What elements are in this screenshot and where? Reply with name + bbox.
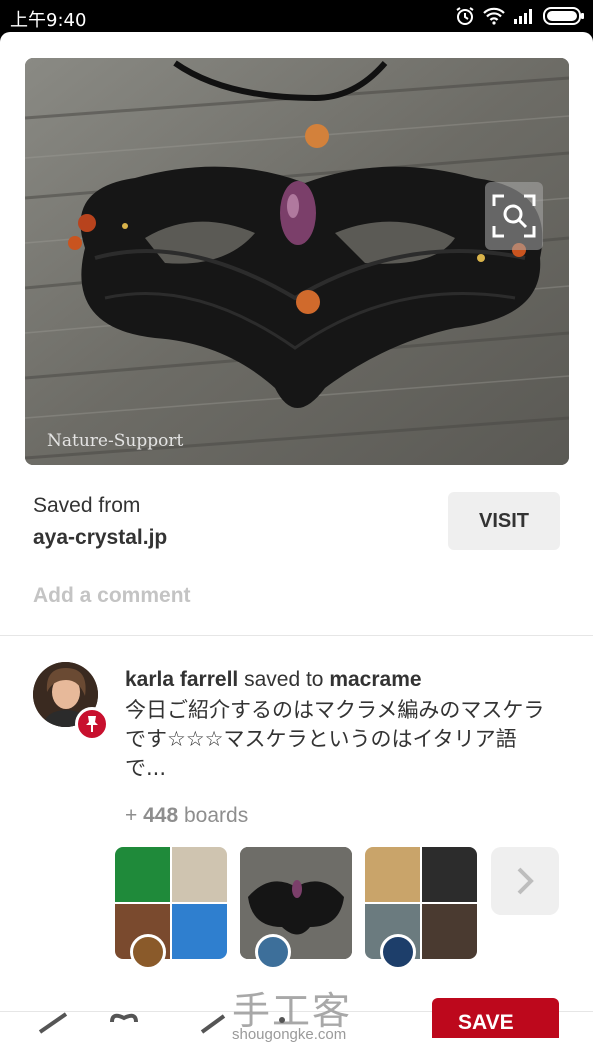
saved-from-label: Saved from [33,494,141,517]
boards-number: 448 [143,804,179,827]
send-icon[interactable] [38,1010,68,1034]
board-cell [115,847,170,902]
board-cell [172,904,227,959]
next-boards-button[interactable] [491,847,559,915]
boards-count[interactable]: + 448 boards [125,804,248,828]
board-cell [172,847,227,902]
status-bar: 上午9:40 [0,0,593,32]
save-button-label: SAVE [458,1011,514,1034]
edit-icon[interactable] [198,1010,228,1034]
divider [0,635,593,636]
boards-suffix: boards [184,804,249,827]
save-button[interactable]: SAVE [432,998,559,1038]
more-options-icon[interactable] [276,1010,288,1034]
board-owner-avatar[interactable] [255,934,291,970]
signal-icon [514,9,532,24]
image-watermark: Nature-Support [47,431,184,451]
board-owner-avatar[interactable] [130,934,166,970]
pin-closeup-card: Nature-Support Saved from aya-crystal.jp… [0,32,593,1054]
board-cell [365,847,420,902]
add-comment-input[interactable]: Add a comment [33,584,191,608]
source-domain-link[interactable]: aya-crystal.jp [33,526,167,550]
pin-description: 今日ご紹介するのはマクラメ編みのマスケラです☆☆☆マスケラというのはイタリア語で… [125,698,545,780]
wifi-icon [483,7,505,25]
battery-icon [543,7,584,25]
macrame-mask-photo [25,58,569,465]
heart-icon[interactable] [108,1010,140,1034]
board-cell [422,847,477,902]
pin-badge [75,707,109,741]
alarm-icon [456,7,474,25]
board-cell [422,904,477,959]
visual-search-button[interactable] [485,182,543,250]
board-name-link[interactable]: macrame [329,668,421,691]
status-time: 上午9:40 [10,10,87,31]
boards-prefix: + [125,804,138,827]
activity-verb: saved to [244,668,324,691]
pin-image[interactable]: Nature-Support [25,58,569,465]
pushpin-icon [86,716,98,732]
status-icons [455,6,585,26]
chevron-right-icon [517,867,534,895]
visit-button[interactable]: VISIT [448,492,560,550]
board-owner-avatar[interactable] [380,934,416,970]
visual-search-icon [492,194,536,238]
user-name-link[interactable]: karla farrell [125,668,238,691]
brand-watermark-url: shougongke.com [232,1026,347,1043]
activity-line: karla farrell saved to macrame [125,668,422,692]
